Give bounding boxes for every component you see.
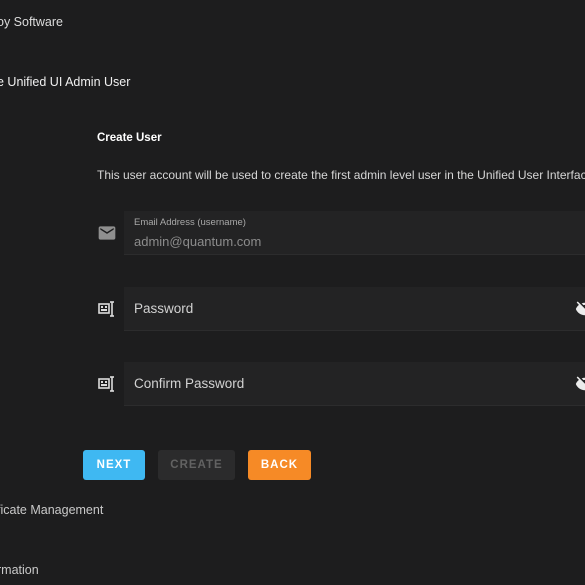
- mail-icon: [97, 223, 117, 243]
- password-field[interactable]: Password: [124, 287, 585, 331]
- create-button[interactable]: CREATE: [158, 450, 235, 480]
- step-label-information[interactable]: rmation: [0, 563, 39, 577]
- password-field-placeholder[interactable]: Password: [134, 301, 193, 316]
- section-title: Create User: [97, 132, 162, 144]
- confirm-password-field[interactable]: Confirm Password: [124, 362, 585, 406]
- setup-wizard-page: oy Software e Unified UI Admin User Crea…: [0, 0, 585, 585]
- password-field-row: Password: [95, 287, 585, 331]
- back-button[interactable]: BACK: [248, 450, 311, 480]
- step-label-certificate-management[interactable]: ficate Management: [0, 503, 103, 517]
- confirm-password-field-placeholder[interactable]: Confirm Password: [134, 376, 244, 391]
- step-label-admin-user[interactable]: e Unified UI Admin User: [0, 75, 130, 89]
- section-description: This user account will be used to create…: [97, 168, 585, 182]
- next-button[interactable]: NEXT: [83, 450, 145, 480]
- keyboard-password-icon: [97, 374, 117, 394]
- step-label-software[interactable]: oy Software: [0, 15, 63, 29]
- visibility-off-icon[interactable]: [575, 299, 585, 319]
- email-field[interactable]: Email Address (username) admin@quantum.c…: [124, 211, 585, 255]
- confirm-password-field-row: Confirm Password: [95, 362, 585, 406]
- visibility-off-icon[interactable]: [575, 374, 585, 394]
- email-field-value[interactable]: admin@quantum.com: [134, 234, 261, 249]
- email-field-label: Email Address (username): [134, 217, 246, 228]
- keyboard-password-icon: [97, 299, 117, 319]
- email-field-row: Email Address (username) admin@quantum.c…: [95, 211, 585, 255]
